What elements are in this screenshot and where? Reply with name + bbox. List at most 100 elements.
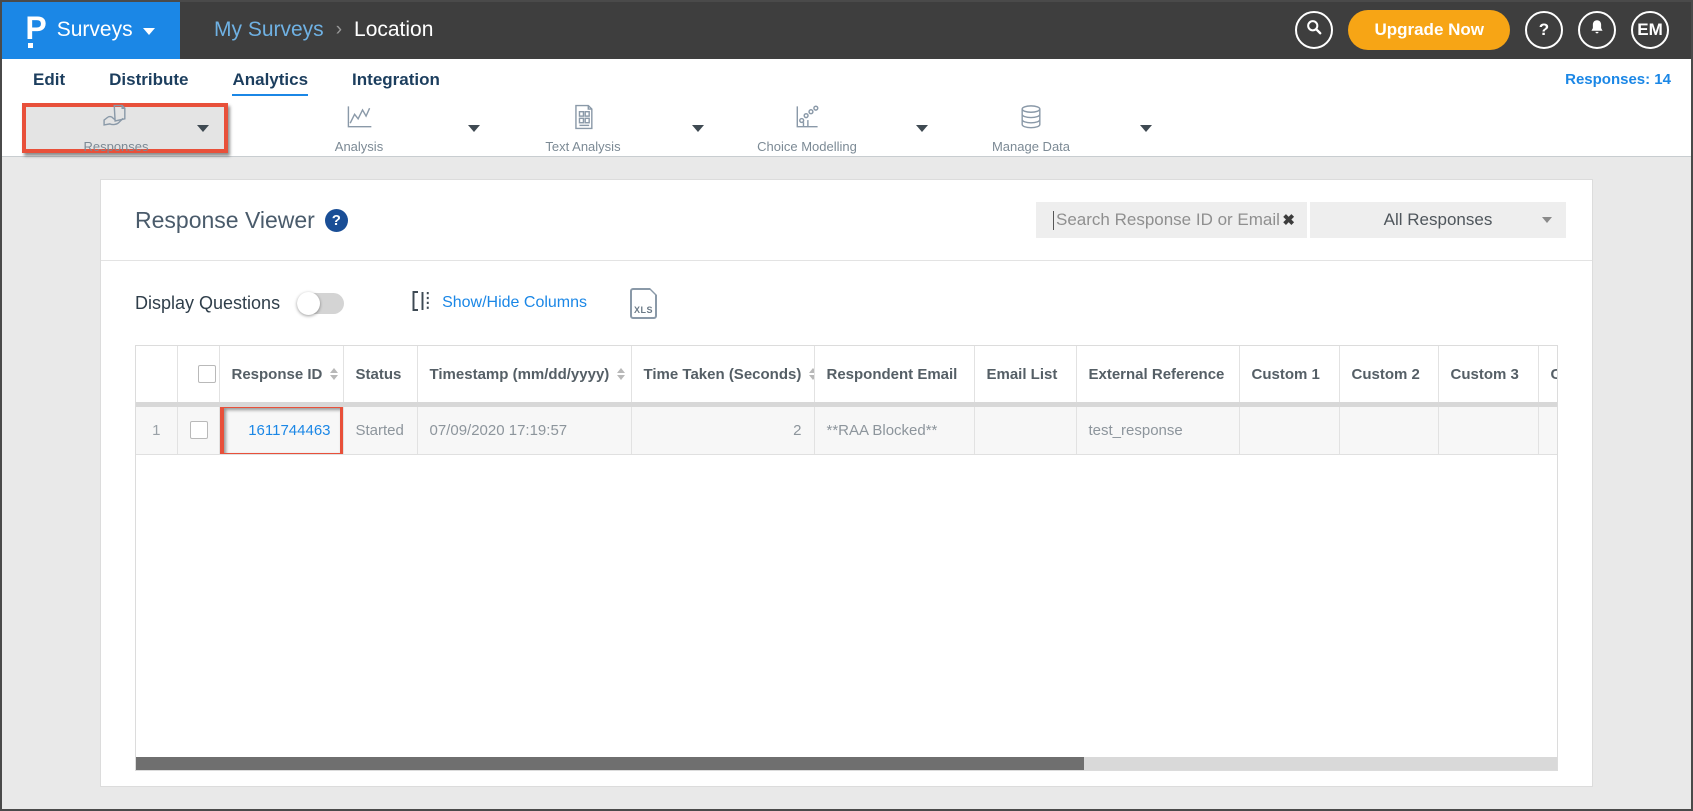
header-actions: Upgrade Now ? EM — [1295, 10, 1693, 50]
toolbar-item-text-analysis: Text Analysis — [508, 103, 704, 153]
header-custom-1: Custom 1 — [1239, 346, 1339, 402]
display-questions-label: Display Questions — [135, 293, 280, 314]
sort-icon — [809, 368, 814, 380]
external-reference-cell: test_response — [1076, 407, 1239, 454]
nav-tabs: Edit Distribute Analytics Integration — [33, 64, 440, 96]
column-label: Cu — [1551, 366, 1558, 383]
panel-header-controls: ✖ All Responses — [1036, 202, 1566, 238]
column-label: Custom 2 — [1352, 366, 1420, 383]
choice-modelling-button[interactable]: Choice Modelling — [732, 103, 882, 153]
response-id-cell: 1611744463 — [219, 407, 343, 454]
header-respondent-email: Respondent Email — [814, 346, 974, 402]
clear-search-icon[interactable]: ✖ — [1282, 211, 1295, 229]
responses-table-area: Response ID Status Timestamp (mm/dd/yyyy… — [135, 345, 1558, 771]
brand-logo-icon: P — [25, 12, 46, 44]
responses-button[interactable]: Responses — [41, 107, 191, 149]
row-select-cell — [177, 407, 219, 454]
choice-modelling-dropdown-caret[interactable] — [916, 125, 928, 132]
column-label: Time Taken (Seconds) — [644, 366, 802, 383]
tab-integration[interactable]: Integration — [352, 64, 440, 96]
page-content: Response Viewer ? ✖ All Responses Displa… — [0, 157, 1693, 811]
table-empty-area — [136, 455, 1557, 758]
app-logo-menu[interactable]: P Surveys — [0, 0, 180, 59]
response-viewer-panel: Response Viewer ? ✖ All Responses Displa… — [100, 179, 1593, 787]
manage-data-dropdown-caret[interactable] — [1140, 125, 1152, 132]
toolbar-item-label: Manage Data — [992, 139, 1070, 154]
top-header-bar: P Surveys My Surveys › Location Upgrade … — [0, 0, 1693, 59]
avatar[interactable]: EM — [1631, 11, 1669, 49]
column-label: Timestamp (mm/dd/yyyy) — [430, 366, 610, 383]
bell-icon — [1588, 18, 1606, 41]
header-timestamp[interactable]: Timestamp (mm/dd/yyyy) — [417, 346, 631, 402]
columns-icon — [410, 289, 432, 318]
toolbar-item-label: Text Analysis — [545, 139, 620, 154]
panel-header: Response Viewer ? ✖ All Responses — [101, 180, 1592, 261]
search-input[interactable] — [1054, 210, 1282, 230]
database-icon — [1016, 103, 1046, 136]
response-filter-dropdown[interactable]: All Responses — [1310, 202, 1566, 238]
header-rownum — [136, 346, 177, 402]
question-mark-icon: ? — [1539, 20, 1549, 40]
responses-count: Responses: 14 — [1565, 71, 1671, 88]
display-questions-toggle[interactable] — [297, 293, 344, 314]
header-time-taken[interactable]: Time Taken (Seconds) — [631, 346, 814, 402]
export-xls-button[interactable]: XLS — [630, 288, 657, 319]
toolbar-item-label: Responses — [83, 139, 148, 154]
show-hide-columns-label: Show/Hide Columns — [442, 294, 587, 312]
header-custom-4-clipped: Cu — [1538, 346, 1557, 402]
column-label: Custom 1 — [1252, 366, 1320, 383]
toolbar-item-label: Analysis — [335, 139, 383, 154]
text-analysis-dropdown-caret[interactable] — [692, 125, 704, 132]
breadcrumb-my-surveys[interactable]: My Surveys — [214, 18, 324, 42]
responses-dropdown-caret[interactable] — [197, 125, 209, 132]
analysis-dropdown-caret[interactable] — [468, 125, 480, 132]
row-checkbox[interactable] — [190, 421, 208, 439]
responses-table: Response ID Status Timestamp (mm/dd/yyyy… — [136, 346, 1557, 402]
response-id-link[interactable]: 1611744463 — [248, 422, 330, 439]
hand-document-icon — [101, 103, 131, 136]
text-analysis-button[interactable]: Text Analysis — [508, 103, 658, 153]
sort-icon — [617, 368, 625, 380]
column-label: Status — [356, 366, 402, 383]
header-response-id[interactable]: Response ID — [219, 346, 343, 402]
scatter-chart-icon — [792, 103, 822, 136]
help-icon[interactable]: ? — [325, 209, 348, 232]
tab-analytics[interactable]: Analytics — [232, 64, 308, 96]
help-button[interactable]: ? — [1525, 11, 1563, 49]
header-status: Status — [343, 346, 417, 402]
sort-icon — [330, 368, 338, 380]
status-cell: Started — [343, 407, 417, 454]
column-label: Respondent Email — [827, 366, 958, 383]
show-hide-columns-button[interactable]: Show/Hide Columns — [410, 289, 587, 318]
table-row: 1 1611744463 Started 07/09/2020 17:19:57… — [136, 407, 1557, 454]
notifications-button[interactable] — [1578, 11, 1616, 49]
analysis-button[interactable]: Analysis — [284, 103, 434, 153]
custom1-cell — [1239, 407, 1339, 454]
column-label: External Reference — [1089, 366, 1225, 383]
table-controls-row: Display Questions Show/Hide Columns XLS — [101, 261, 1592, 345]
breadcrumb-separator-icon: › — [336, 19, 342, 41]
toolbar-item-responses[interactable]: Responses — [22, 103, 228, 153]
manage-data-button[interactable]: Manage Data — [956, 103, 1106, 153]
horizontal-scrollbar[interactable] — [136, 757, 1557, 770]
toolbar-item-analysis: Analysis — [284, 103, 480, 153]
row-number: 1 — [136, 407, 177, 454]
tab-edit[interactable]: Edit — [33, 64, 65, 96]
timestamp-cell: 07/09/2020 17:19:57 — [417, 407, 631, 454]
header-select-all — [177, 346, 219, 402]
select-all-checkbox[interactable] — [198, 365, 216, 383]
app-menu-label: Surveys — [57, 18, 133, 42]
search-button[interactable] — [1295, 11, 1333, 49]
breadcrumb-current: Location — [354, 18, 433, 42]
xls-icon-label: XLS — [632, 305, 655, 315]
column-label: Response ID — [232, 366, 323, 383]
scrollbar-thumb[interactable] — [136, 757, 1084, 770]
responses-table-body: 1 1611744463 Started 07/09/2020 17:19:57… — [136, 407, 1557, 455]
table-header-row: Response ID Status Timestamp (mm/dd/yyyy… — [136, 346, 1557, 402]
custom4-cell-clipped — [1538, 407, 1557, 454]
tab-distribute[interactable]: Distribute — [109, 64, 188, 96]
email-list-cell — [974, 407, 1076, 454]
header-custom-3: Custom 3 — [1438, 346, 1538, 402]
upgrade-now-button[interactable]: Upgrade Now — [1348, 10, 1510, 50]
page-fold-icon — [648, 288, 657, 297]
